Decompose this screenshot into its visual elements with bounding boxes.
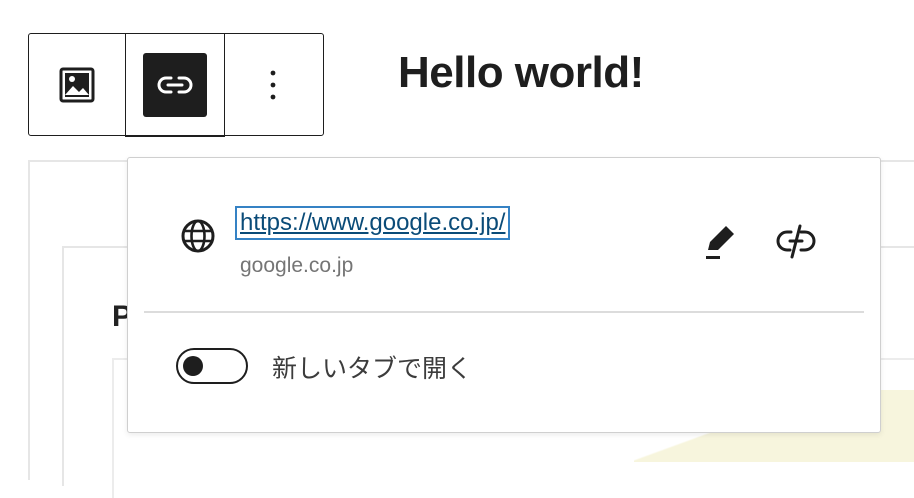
image-button[interactable] (29, 34, 125, 135)
open-in-new-tab-toggle[interactable] (176, 348, 248, 384)
image-icon (59, 67, 95, 102)
toggle-knob (183, 356, 203, 376)
globe-icon (181, 219, 215, 253)
open-in-new-tab-label[interactable]: 新しいタブで開く (272, 349, 472, 385)
link-domain: google.co.jp (240, 254, 354, 277)
more-options-button[interactable] (225, 34, 321, 135)
link-url[interactable]: https://www.google.co.jp/ (234, 206, 511, 240)
post-title[interactable]: Hello world! (398, 48, 644, 98)
block-toolbar (28, 32, 324, 137)
link-popover: https://www.google.co.jp/ google.co.jp 新… (127, 157, 881, 433)
link-button[interactable] (125, 32, 225, 137)
edit-pencil-icon[interactable] (702, 222, 738, 262)
popover-divider (144, 311, 864, 313)
unlink-icon[interactable] (776, 224, 816, 260)
more-options-icon (270, 70, 276, 99)
link-icon (157, 76, 193, 93)
